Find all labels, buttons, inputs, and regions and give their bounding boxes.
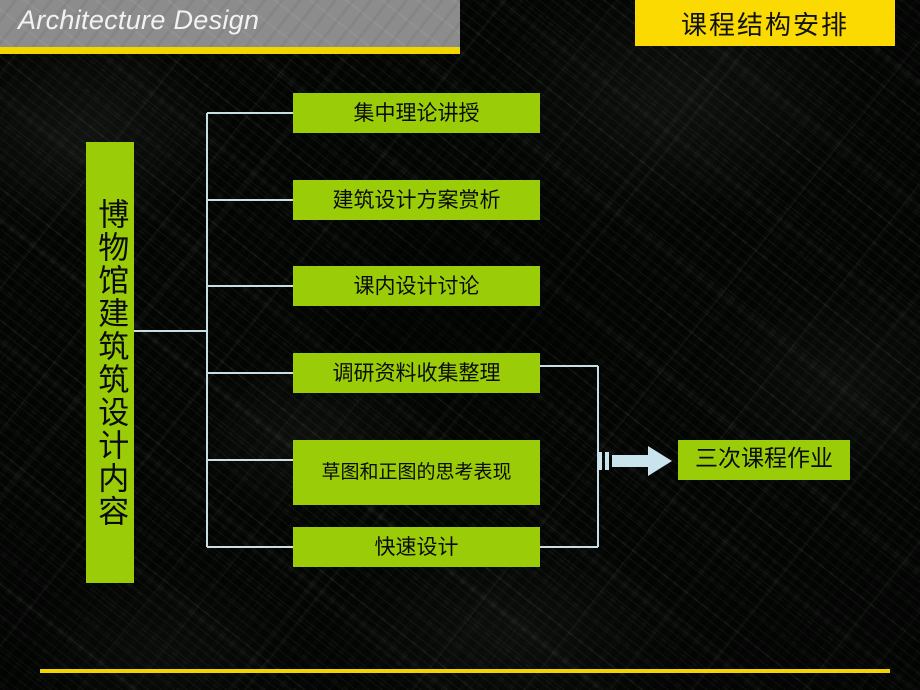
slide-canvas: Architecture Design 课程结构安排 博物馆建筑筑设计内容 集中… (0, 0, 920, 690)
root-node-box[interactable]: 博物馆建筑筑设计内容 (86, 142, 134, 583)
node-box-6[interactable]: 快速设计 (293, 527, 540, 567)
node-box-3[interactable]: 课内设计讨论 (293, 266, 540, 306)
node-box-5[interactable]: 草图和正图的思考表现 (293, 440, 540, 505)
node-box-1[interactable]: 集中理论讲授 (293, 93, 540, 133)
node-box-2[interactable]: 建筑设计方案赏析 (293, 180, 540, 220)
right-arrow-icon (598, 446, 672, 476)
footer-rule (40, 669, 890, 673)
output-node-box[interactable]: 三次课程作业 (678, 440, 850, 480)
node-box-4[interactable]: 调研资料收集整理 (293, 353, 540, 393)
